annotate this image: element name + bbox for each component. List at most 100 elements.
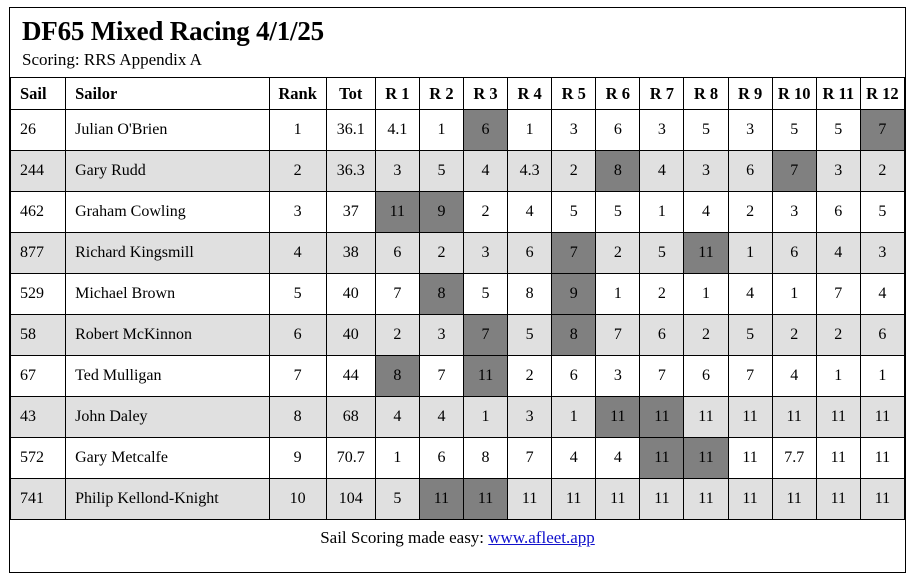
cell-race-5: 2 — [551, 150, 597, 193]
cell-race-9: 7 — [727, 355, 773, 398]
cell-race-6: 2 — [595, 232, 641, 275]
cell-race-5: 3 — [551, 109, 597, 152]
cell-rank: 6 — [268, 314, 327, 357]
cell-sailor: Graham Cowling — [65, 191, 270, 234]
cell-tot: 44 — [325, 355, 376, 398]
cell-race-4: 5 — [507, 314, 553, 357]
cell-race-5: 8 — [551, 314, 597, 357]
table-row: 67 Ted Mulligan 7 44 8 7 11 2 6 3 7 6 7 4 1 1 — [9, 355, 906, 398]
table-row: 741 Philip Kellond-Knight 10 104 5 11 11 11 11 11… — [9, 478, 906, 521]
report-page: DF65 Mixed Racing 4/1/25 Scoring: RRS Ap… — [9, 7, 906, 573]
scoring-subtitle: Scoring: RRS Appendix A — [22, 50, 202, 70]
cell-tot: 36.1 — [325, 109, 376, 152]
table-row: 43 John Daley 8 68 4 4 1 3 1 11 11 11 11 11 11 11 — [9, 396, 906, 439]
cell-race-10: 2 — [771, 314, 817, 357]
cell-race-10: 6 — [771, 232, 817, 275]
table-row: 244 Gary Rudd 2 36.3 3 5 4 4.3 2 8 4 3 6 7 3 2 — [9, 150, 906, 193]
cell-race-12: 2 — [859, 150, 906, 193]
cell-race-9: 6 — [727, 150, 773, 193]
cell-race-6: 11 — [595, 396, 641, 439]
cell-rank: 4 — [268, 232, 327, 275]
column-header-race-4: R 4 — [507, 77, 553, 111]
cell-race-6: 3 — [595, 355, 641, 398]
column-header-tot: Tot — [325, 77, 376, 111]
report-header: DF65 Mixed Racing 4/1/25 Scoring: RRS Ap… — [10, 8, 905, 77]
cell-race-1: 5 — [374, 478, 420, 521]
table-row: 26 Julian O'Brien 1 36.1 4.1 1 6 1 3 6 3 5 3 5 5 7 — [9, 109, 906, 152]
cell-race-4: 8 — [507, 273, 553, 316]
cell-race-4: 11 — [507, 478, 553, 521]
cell-race-12: 11 — [859, 396, 906, 439]
cell-race-5: 5 — [551, 191, 597, 234]
cell-race-10: 11 — [771, 478, 817, 521]
cell-race-12: 1 — [859, 355, 906, 398]
cell-race-11: 3 — [815, 150, 861, 193]
cell-race-10: 3 — [771, 191, 817, 234]
cell-race-11: 5 — [815, 109, 861, 152]
afleet-link[interactable]: www.afleet.app — [488, 528, 595, 547]
cell-race-1: 4 — [374, 396, 420, 439]
cell-tot: 38 — [325, 232, 376, 275]
cell-race-8: 1 — [683, 273, 729, 316]
cell-sail: 462 — [9, 191, 67, 234]
cell-race-1: 4.1 — [374, 109, 420, 152]
column-header-race-3: R 3 — [462, 77, 509, 111]
cell-race-6: 4 — [595, 437, 641, 480]
cell-race-4: 1 — [507, 109, 553, 152]
cell-rank: 7 — [268, 355, 327, 398]
cell-sail: 43 — [9, 396, 67, 439]
cell-race-7: 6 — [639, 314, 685, 357]
cell-sail: 529 — [9, 273, 67, 316]
cell-race-7: 11 — [639, 437, 685, 480]
column-header-race-1: R 1 — [374, 77, 420, 111]
cell-race-8: 2 — [683, 314, 729, 357]
cell-race-1: 7 — [374, 273, 420, 316]
table-row: 529 Michael Brown 5 40 7 8 5 8 9 1 2 1 4 1 7 4 — [9, 273, 906, 316]
cell-race-4: 3 — [507, 396, 553, 439]
cell-race-9: 3 — [727, 109, 773, 152]
cell-race-8: 6 — [683, 355, 729, 398]
cell-race-2: 9 — [418, 191, 464, 234]
table-row: 572 Gary Metcalfe 9 70.7 1 6 8 7 4 4 11 11 11 7.7 11 11 — [9, 437, 906, 480]
cell-race-5: 6 — [551, 355, 597, 398]
page-title: DF65 Mixed Racing 4/1/25 — [22, 16, 324, 46]
cell-race-1: 3 — [374, 150, 420, 193]
cell-race-2: 11 — [418, 478, 464, 521]
cell-race-2: 8 — [418, 273, 464, 316]
cell-rank: 3 — [268, 191, 327, 234]
column-header-race-7: R 7 — [639, 77, 685, 111]
cell-race-2: 6 — [418, 437, 464, 480]
cell-race-2: 2 — [418, 232, 464, 275]
cell-race-2: 7 — [418, 355, 464, 398]
cell-race-12: 7 — [859, 109, 906, 152]
cell-race-9: 11 — [727, 396, 773, 439]
cell-race-4: 4 — [507, 191, 553, 234]
cell-race-11: 11 — [815, 437, 861, 480]
cell-sailor: Michael Brown — [65, 273, 270, 316]
cell-sail: 26 — [9, 109, 67, 152]
cell-race-10: 1 — [771, 273, 817, 316]
cell-race-11: 2 — [815, 314, 861, 357]
cell-race-10: 5 — [771, 109, 817, 152]
results-table: Sail Sailor Rank Tot R 1R 2R 3R 4R 5R 6R 7R … — [9, 77, 906, 521]
cell-race-9: 4 — [727, 273, 773, 316]
cell-race-8: 11 — [683, 478, 729, 521]
cell-sailor: Richard Kingsmill — [65, 232, 270, 275]
cell-sailor: Gary Metcalfe — [65, 437, 270, 480]
cell-race-9: 1 — [727, 232, 773, 275]
cell-race-4: 7 — [507, 437, 553, 480]
table-row: 58 Robert McKinnon 6 40 2 3 7 5 8 7 6 2 5 2 2 6 — [9, 314, 906, 357]
cell-race-8: 11 — [683, 232, 729, 275]
column-header-race-9: R 9 — [727, 77, 773, 111]
cell-race-4: 4.3 — [507, 150, 553, 193]
cell-sailor: Julian O'Brien — [65, 109, 270, 152]
cell-race-2: 4 — [418, 396, 464, 439]
cell-race-10: 11 — [771, 396, 817, 439]
column-header-race-10: R 10 — [771, 77, 817, 111]
cell-race-9: 5 — [727, 314, 773, 357]
cell-rank: 5 — [268, 273, 327, 316]
cell-race-12: 5 — [859, 191, 906, 234]
cell-race-6: 1 — [595, 273, 641, 316]
cell-race-7: 3 — [639, 109, 685, 152]
cell-race-12: 6 — [859, 314, 906, 357]
